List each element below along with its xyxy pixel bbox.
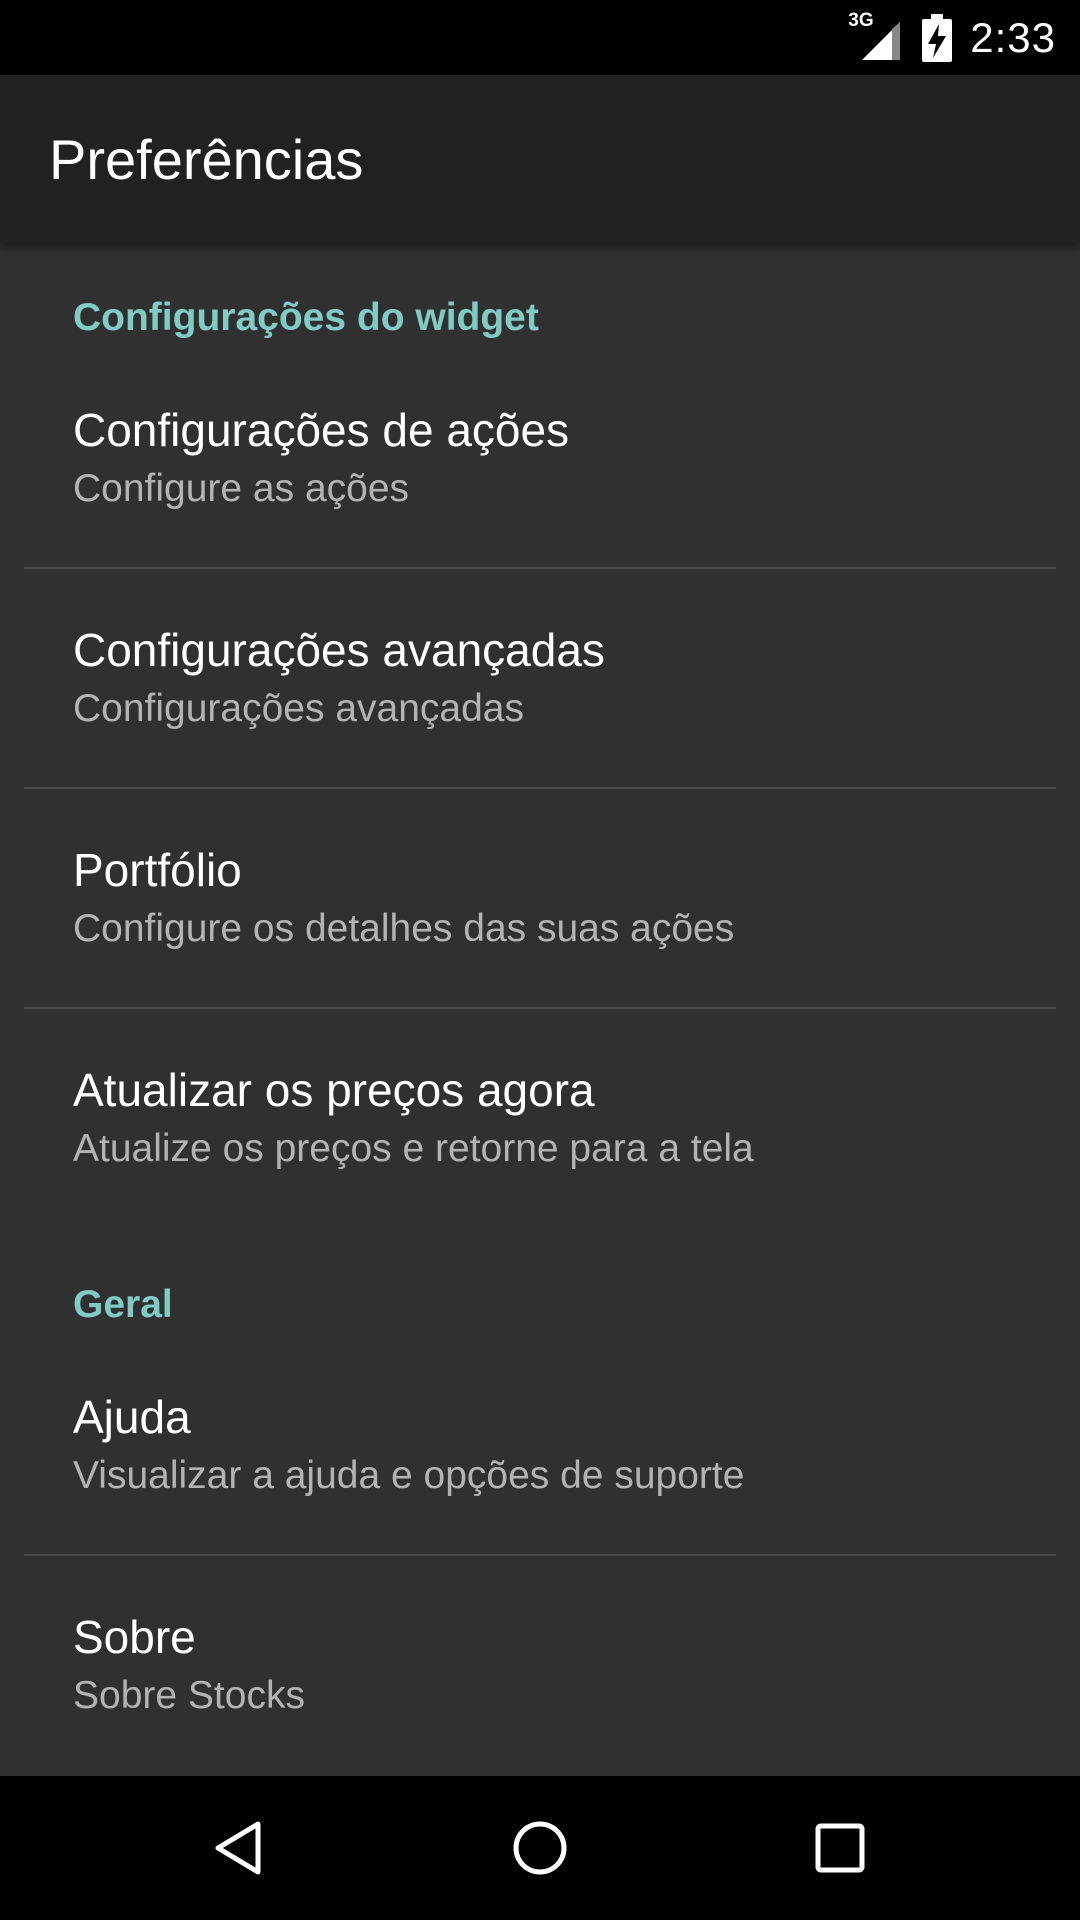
page-title: Preferências	[49, 128, 364, 191]
pref-item-stock-settings[interactable]: Configurações de ações Configure as açõe…	[0, 363, 1080, 583]
category-header-general: Geral	[73, 1283, 173, 1326]
home-icon[interactable]	[508, 1816, 572, 1880]
pref-title: Ajuda	[73, 1391, 191, 1443]
status-bar: 3G 2:33	[0, 0, 1080, 75]
pref-summary: Configure os detalhes das suas ações	[73, 907, 735, 950]
back-icon[interactable]	[208, 1816, 272, 1880]
pref-title: Atualizar os preços agora	[73, 1064, 595, 1116]
pref-item-update-prices[interactable]: Atualizar os preços agora Atualize os pr…	[0, 1023, 1080, 1243]
app-bar: Preferências	[0, 75, 1080, 243]
pref-item-portfolio[interactable]: Portfólio Configure os detalhes das suas…	[0, 803, 1080, 1023]
network-type-label: 3G	[848, 9, 874, 31]
pref-summary: Configurações avançadas	[73, 687, 524, 730]
divider	[24, 567, 1056, 569]
divider	[24, 1554, 1056, 1556]
category-header-widget-settings: Configurações do widget	[73, 296, 539, 339]
status-icons: 3G 2:33	[848, 0, 1056, 75]
pref-title: Portfólio	[73, 844, 242, 896]
clock: 2:33	[970, 13, 1056, 61]
divider	[24, 787, 1056, 789]
pref-title: Configurações avançadas	[73, 624, 605, 676]
battery-charging-icon	[922, 13, 953, 62]
pref-item-advanced-settings[interactable]: Configurações avançadas Configurações av…	[0, 583, 1080, 803]
pref-title: Sobre	[73, 1611, 196, 1663]
divider	[24, 1007, 1056, 1009]
pref-item-about[interactable]: Sobre Sobre Stocks	[0, 1570, 1080, 1790]
pref-summary: Configure as ações	[73, 467, 410, 510]
pref-summary: Sobre Stocks	[73, 1674, 305, 1717]
pref-item-help[interactable]: Ajuda Visualizar a ajuda e opções de sup…	[0, 1350, 1080, 1570]
cell-signal-icon: 3G	[848, 10, 904, 62]
pref-summary: Atualize os preços e retorne para a tela	[73, 1127, 754, 1170]
pref-summary: Visualizar a ajuda e opções de suporte	[73, 1454, 745, 1497]
pref-title: Configurações de ações	[73, 404, 570, 456]
navigation-bar	[0, 1776, 1080, 1920]
recents-icon[interactable]	[808, 1816, 872, 1880]
